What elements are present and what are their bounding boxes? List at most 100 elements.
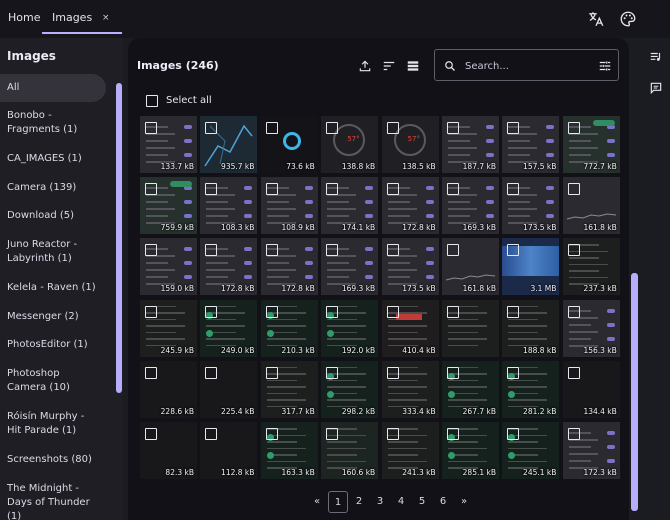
image-thumbnail[interactable]: 157.5 kB xyxy=(502,116,560,173)
image-checkbox[interactable] xyxy=(447,122,459,134)
upload-icon[interactable] xyxy=(358,59,372,73)
image-checkbox[interactable] xyxy=(447,428,459,440)
image-checkbox[interactable] xyxy=(205,244,218,257)
translate-icon[interactable] xyxy=(587,10,605,28)
image-checkbox[interactable] xyxy=(145,305,157,318)
image-thumbnail[interactable]: 267.7 kB xyxy=(442,360,499,418)
image-checkbox[interactable] xyxy=(205,305,218,318)
image-checkbox[interactable] xyxy=(265,428,278,440)
image-checkbox[interactable] xyxy=(205,366,218,379)
sidebar-item-ca-images[interactable]: CA_IMAGES (1) xyxy=(0,152,106,166)
image-thumbnail[interactable]: 161.8 kB xyxy=(442,238,499,296)
image-thumbnail[interactable]: 73.6 kB xyxy=(260,116,318,173)
image-checkbox[interactable] xyxy=(567,183,580,196)
page-button-4[interactable]: 4 xyxy=(391,491,411,513)
image-thumbnail[interactable]: 172.8 kB xyxy=(200,238,258,296)
image-thumbnail[interactable]: 108.3 kB xyxy=(200,177,258,235)
image-thumbnail[interactable]: 108.9 kB xyxy=(260,177,318,235)
image-checkbox[interactable] xyxy=(145,428,157,440)
sidebar-scrollbar[interactable] xyxy=(116,83,122,393)
filter-settings-icon[interactable] xyxy=(598,59,612,73)
image-thumbnail[interactable]: 772.7 kB xyxy=(562,116,620,173)
page-button-5[interactable]: 5 xyxy=(412,491,432,513)
image-checkbox[interactable] xyxy=(326,366,339,379)
image-thumbnail[interactable] xyxy=(442,299,499,357)
page-button-2[interactable]: 2 xyxy=(349,491,369,513)
sidebar-item-photoshop-camera[interactable]: Photoshop Camera (10) xyxy=(0,367,106,395)
image-checkbox[interactable] xyxy=(265,183,278,196)
image-thumbnail[interactable]: 172.3 kB xyxy=(562,422,620,479)
image-checkbox[interactable] xyxy=(567,305,580,318)
image-thumbnail[interactable]: 285.1 kB xyxy=(442,422,499,479)
image-checkbox[interactable] xyxy=(326,183,339,196)
sidebar-item-roisin-murphy[interactable]: Róisín Murphy - Hit Parade (1) xyxy=(0,410,106,438)
image-thumbnail[interactable]: 3.1 MB xyxy=(502,238,560,296)
image-checkbox[interactable] xyxy=(567,244,580,257)
image-checkbox[interactable] xyxy=(205,428,218,440)
image-thumbnail[interactable]: 57° 138.5 kB xyxy=(381,116,439,173)
palette-icon[interactable] xyxy=(619,10,637,28)
image-checkbox[interactable] xyxy=(386,183,399,196)
image-thumbnail[interactable]: 172.8 kB xyxy=(260,238,318,296)
image-checkbox[interactable] xyxy=(326,305,339,318)
sidebar-item-juno-reactor[interactable]: Juno Reactor - Labyrinth (1) xyxy=(0,238,106,266)
image-checkbox[interactable] xyxy=(507,305,520,318)
image-thumbnail[interactable]: 333.4 kB xyxy=(381,360,439,418)
image-checkbox[interactable] xyxy=(145,244,157,257)
image-checkbox[interactable] xyxy=(145,366,157,379)
image-checkbox[interactable] xyxy=(386,122,399,134)
playlist-icon[interactable] xyxy=(649,50,663,64)
page-prev-button[interactable]: « xyxy=(307,491,327,513)
image-thumbnail[interactable]: 169.3 kB xyxy=(321,238,379,296)
image-thumbnail[interactable]: 187.7 kB xyxy=(442,116,499,173)
image-checkbox[interactable] xyxy=(386,366,399,379)
image-checkbox[interactable] xyxy=(326,244,339,257)
sort-icon[interactable] xyxy=(382,59,396,73)
image-thumbnail[interactable]: 241.3 kB xyxy=(381,422,439,479)
image-thumbnail[interactable]: 160.6 kB xyxy=(321,422,379,479)
image-checkbox[interactable] xyxy=(265,244,278,257)
image-thumbnail[interactable]: 161.8 kB xyxy=(562,177,620,235)
sidebar-item-photoseditor[interactable]: PhotosEditor (1) xyxy=(0,338,106,352)
image-checkbox[interactable] xyxy=(507,122,520,134)
comment-icon[interactable] xyxy=(649,81,663,95)
image-checkbox[interactable] xyxy=(507,366,520,379)
image-thumbnail[interactable]: 281.2 kB xyxy=(502,360,560,418)
image-thumbnail[interactable]: 134.4 kB xyxy=(562,360,620,418)
image-checkbox[interactable] xyxy=(205,183,218,196)
list-view-icon[interactable] xyxy=(406,59,420,73)
image-checkbox[interactable] xyxy=(205,122,218,134)
image-thumbnail[interactable]: 172.8 kB xyxy=(381,177,439,235)
image-checkbox[interactable] xyxy=(507,244,520,257)
image-checkbox[interactable] xyxy=(265,366,278,379)
image-thumbnail[interactable]: 112.8 kB xyxy=(200,422,258,479)
sidebar-item-download[interactable]: Download (5) xyxy=(0,209,106,223)
sidebar-item-kelela[interactable]: Kelela - Raven (1) xyxy=(0,281,106,295)
image-thumbnail[interactable]: 192.0 kB xyxy=(321,299,379,357)
image-thumbnail[interactable]: 410.4 kB xyxy=(381,299,439,357)
sidebar-item-screenshots[interactable]: Screenshots (80) xyxy=(0,453,106,467)
tab-home[interactable]: Home xyxy=(8,0,40,34)
image-thumbnail[interactable]: 57° 138.8 kB xyxy=(321,116,379,173)
image-checkbox[interactable] xyxy=(386,244,399,257)
image-checkbox[interactable] xyxy=(447,366,459,379)
sidebar-item-camera[interactable]: Camera (139) xyxy=(0,181,106,195)
image-thumbnail[interactable]: 174.1 kB xyxy=(321,177,379,235)
image-thumbnail[interactable]: 298.2 kB xyxy=(321,360,379,418)
image-checkbox[interactable] xyxy=(567,122,580,134)
sidebar-item-all[interactable]: All xyxy=(0,74,106,102)
image-checkbox[interactable] xyxy=(145,122,157,134)
search-input[interactable] xyxy=(465,58,575,74)
image-thumbnail[interactable]: 237.3 kB xyxy=(562,238,620,296)
image-thumbnail[interactable]: 210.3 kB xyxy=(260,299,318,357)
image-checkbox[interactable] xyxy=(447,244,459,257)
image-checkbox[interactable] xyxy=(145,183,157,196)
image-thumbnail[interactable]: 245.9 kB xyxy=(140,299,197,357)
image-checkbox[interactable] xyxy=(567,366,580,379)
image-thumbnail[interactable]: 317.7 kB xyxy=(260,360,318,418)
tab-images[interactable]: Images xyxy=(42,0,122,34)
image-checkbox[interactable] xyxy=(507,183,520,196)
image-thumbnail[interactable]: 245.1 kB xyxy=(502,422,560,479)
image-thumbnail[interactable]: 82.3 kB xyxy=(140,422,197,479)
main-scrollbar[interactable] xyxy=(631,273,638,511)
